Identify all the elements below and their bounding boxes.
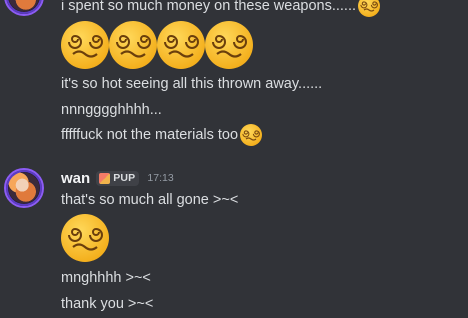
message-line: thank you >~<	[61, 294, 153, 314]
dizzy-face-emoji-icon[interactable]	[61, 214, 109, 262]
message-line: i spent so much money on these weapons..…	[61, 0, 380, 17]
message-line: mnghhhh >~<	[61, 268, 151, 288]
timestamp[interactable]: 17:13	[147, 172, 173, 184]
big-emoji-row	[61, 21, 253, 69]
avatar-wan[interactable]	[4, 168, 44, 208]
message-header: wan PUP 17:13	[61, 168, 174, 188]
tag-icon	[99, 172, 111, 184]
avatar[interactable]	[4, 0, 44, 16]
message-text: nnngggghhhh...	[61, 102, 162, 118]
dizzy-face-emoji-icon[interactable]	[240, 124, 263, 146]
dizzy-face-emoji-icon[interactable]	[109, 21, 157, 69]
message-text: it's so hot seeing all this thrown away.…	[61, 76, 323, 92]
message-text: mnghhhh >~<	[61, 270, 151, 286]
message-text: i spent so much money on these weapons..…	[61, 0, 356, 14]
username[interactable]: wan	[61, 170, 90, 187]
dizzy-face-emoji-icon[interactable]	[157, 21, 205, 69]
message-line: it's so hot seeing all this thrown away.…	[61, 74, 322, 94]
message-line: that's so much all gone >~<	[61, 190, 238, 210]
dizzy-face-emoji-icon[interactable]	[205, 21, 253, 69]
dizzy-face-emoji-icon[interactable]	[358, 0, 380, 17]
message-line: fffffuck not the materials too	[61, 124, 263, 146]
message-line: nnngggghhhh...	[61, 100, 162, 120]
message-text: thank you >~<	[61, 296, 154, 312]
role-tag-label: PUP	[113, 172, 136, 184]
message-text: that's so much all gone >~<	[61, 192, 239, 208]
message-text: fffffuck not the materials too	[61, 127, 239, 143]
role-tag[interactable]: PUP	[96, 170, 140, 186]
dizzy-face-emoji-icon[interactable]	[61, 21, 109, 69]
